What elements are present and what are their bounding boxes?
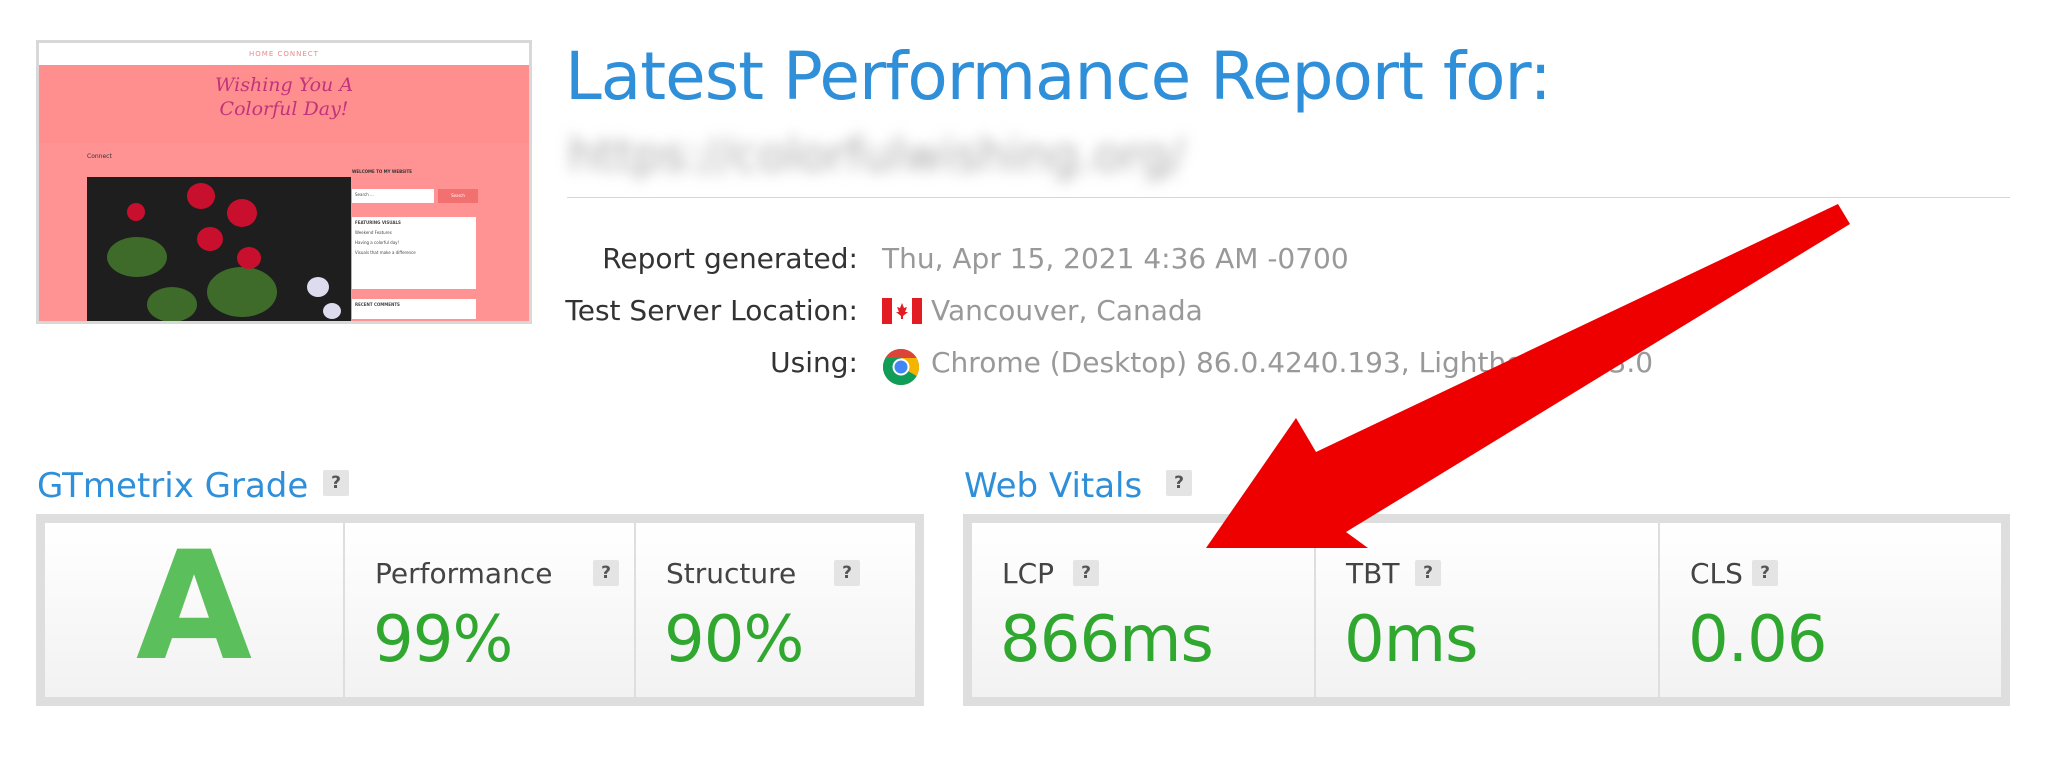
cls-label: CLS — [1690, 557, 1743, 590]
thumbnail-featured-title: FEATURING VISUALS — [355, 220, 401, 225]
performance-cell: Performance ? 99% — [345, 523, 636, 697]
lcp-value: 866ms — [1000, 603, 1214, 677]
thumbnail-hero-line2: Colorful Day! — [219, 98, 349, 120]
thumbnail-search-input: Search ... — [352, 189, 434, 203]
vitals-help-button[interactable]: ? — [1166, 470, 1192, 496]
grade-section-title: GTmetrix Grade — [37, 466, 309, 506]
cls-help-button[interactable]: ? — [1752, 560, 1778, 586]
thumbnail-body: Connect WELCOME TO MY WEBSITE Search ...… — [39, 143, 529, 321]
lcp-cell: LCP ? 866ms — [972, 523, 1316, 697]
thumbnail-flower-photo — [87, 177, 351, 321]
using-value: Chrome (Desktop) 86.0.4240.193, Lighthou… — [931, 346, 1654, 379]
structure-help-button[interactable]: ? — [834, 560, 860, 586]
grade-letter: A — [135, 520, 253, 694]
cls-value: 0.06 — [1688, 603, 1827, 677]
thumbnail-hero: Wishing You A Colorful Day! — [39, 65, 529, 143]
thumbnail-featured-box: FEATURING VISUALS Weekend Features Havin… — [352, 217, 476, 289]
thumbnail-crumb: Connect — [87, 153, 112, 160]
grade-letter-cell: A — [45, 523, 345, 697]
server-location-value: Vancouver, Canada — [931, 294, 1203, 327]
thumbnail-featured-item: Weekend Features — [355, 230, 392, 235]
structure-value: 90% — [664, 603, 804, 677]
report-generated-value: Thu, Apr 15, 2021 4:36 AM -0700 — [882, 242, 1349, 275]
report-generated-label: Report generated: — [602, 242, 858, 275]
vitals-panel: LCP ? 866ms TBT ? 0ms CLS ? 0.06 — [963, 514, 2010, 706]
tbt-cell: TBT ? 0ms — [1316, 523, 1660, 697]
thumbnail-featured-item: Having a colorful day! — [355, 240, 400, 245]
vitals-section-title: Web Vitals — [964, 466, 1143, 506]
thumbnail-search-button: Search — [438, 189, 478, 203]
thumbnail-hero-line1: Wishing You A — [214, 74, 354, 96]
lcp-label: LCP — [1002, 557, 1055, 590]
grade-panel: A Performance ? 99% Structure ? 90% — [36, 514, 924, 706]
server-location-label: Test Server Location: — [565, 294, 858, 327]
chrome-icon — [882, 349, 920, 386]
header-divider — [567, 197, 2010, 198]
performance-help-button[interactable]: ? — [593, 560, 619, 586]
canada-flag-icon — [882, 298, 922, 324]
structure-cell: Structure ? 90% — [636, 523, 915, 697]
thumbnail-nav: HOME CONNECT — [39, 43, 529, 65]
grade-help-button[interactable]: ? — [323, 470, 349, 496]
report-url[interactable]: https://colorfulwishing.org/ — [568, 128, 1185, 182]
cls-cell: CLS ? 0.06 — [1660, 523, 2001, 697]
performance-value: 99% — [373, 603, 513, 677]
thumbnail-widget-title: WELCOME TO MY WEBSITE — [352, 169, 412, 174]
tbt-help-button[interactable]: ? — [1415, 560, 1441, 586]
tbt-label: TBT — [1346, 557, 1400, 590]
performance-label: Performance — [375, 557, 553, 590]
report-title: Latest Performance Report for: — [565, 38, 1552, 115]
thumbnail-featured-item: Visuals that make a difference — [355, 250, 416, 255]
using-label: Using: — [770, 346, 858, 379]
site-thumbnail[interactable]: HOME CONNECT Wishing You A Colorful Day!… — [36, 40, 532, 324]
thumbnail-recent-box: RECENT COMMENTS — [352, 299, 476, 319]
thumbnail-sidebar: WELCOME TO MY WEBSITE Search ... Search … — [352, 169, 482, 321]
structure-label: Structure — [666, 557, 797, 590]
tbt-value: 0ms — [1344, 603, 1478, 677]
lcp-help-button[interactable]: ? — [1073, 560, 1099, 586]
